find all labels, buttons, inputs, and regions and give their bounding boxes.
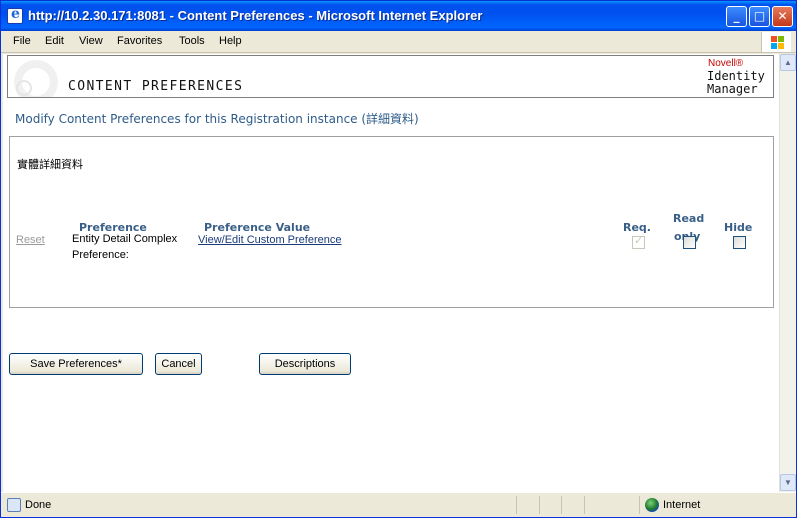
- identity-manager-logo: Identity Manager: [707, 70, 765, 96]
- browser-window: http://10.2.30.171:8081 - Content Prefer…: [0, 0, 797, 518]
- menu-bar: File Edit View Favorites Tools Help: [1, 31, 796, 53]
- vertical-scrollbar[interactable]: ▲ ▼: [779, 54, 796, 492]
- read-only-checkbox[interactable]: [683, 236, 696, 249]
- view-edit-custom-preference-link[interactable]: View/Edit Custom Preference: [198, 234, 341, 246]
- status-divider: [639, 496, 640, 514]
- novell-logo: Novell®: [708, 58, 744, 69]
- page-done-icon: [7, 498, 21, 512]
- status-divider: [584, 496, 585, 514]
- hide-checkbox[interactable]: [733, 236, 746, 249]
- status-bar: Done Internet: [1, 492, 796, 517]
- cancel-button[interactable]: Cancel: [155, 353, 202, 375]
- window-title: http://10.2.30.171:8081 - Content Prefer…: [28, 8, 483, 23]
- close-button[interactable]: ✕: [772, 6, 793, 27]
- header-read-only-line1: Read: [673, 212, 705, 225]
- maximize-button[interactable]: □: [749, 6, 770, 27]
- title-bar[interactable]: http://10.2.30.171:8081 - Content Prefer…: [1, 1, 796, 31]
- header-req: Req.: [623, 221, 651, 234]
- preference-name: Entity Detail Complex Preference:: [72, 233, 178, 261]
- page-banner: CONTENT PREFERENCES Novell® Identity Man…: [7, 55, 774, 98]
- req-checkbox[interactable]: [632, 234, 645, 249]
- minimize-button[interactable]: _: [726, 6, 747, 27]
- menu-favorites[interactable]: Favorites: [117, 35, 162, 47]
- header-preference-value: Preference Value: [204, 221, 311, 234]
- menu-help[interactable]: Help: [219, 35, 242, 47]
- status-divider: [561, 496, 562, 514]
- brand-line-2: Manager: [707, 82, 758, 96]
- gear-small-decoration-icon: [16, 80, 32, 96]
- header-hide: Hide: [724, 221, 753, 234]
- ie-icon: [7, 6, 23, 24]
- windows-logo-icon: [761, 32, 791, 52]
- status-divider: [516, 496, 517, 514]
- menu-file[interactable]: File: [13, 35, 31, 47]
- reset-link[interactable]: Reset: [16, 234, 45, 246]
- descriptions-button[interactable]: Descriptions: [259, 353, 351, 375]
- internet-globe-icon: [645, 498, 659, 512]
- section-title: 實體詳細資料: [17, 158, 83, 171]
- menu-view[interactable]: View: [79, 35, 103, 47]
- status-divider: [539, 496, 540, 514]
- status-text: Done: [25, 499, 52, 511]
- banner-title: CONTENT PREFERENCES: [68, 79, 244, 94]
- menu-tools[interactable]: Tools: [179, 35, 205, 47]
- page-content: CONTENT PREFERENCES Novell® Identity Man…: [3, 54, 779, 492]
- scroll-down-icon[interactable]: ▼: [780, 474, 796, 491]
- menu-edit[interactable]: Edit: [45, 35, 64, 47]
- save-preferences-button[interactable]: Save Preferences*: [9, 353, 143, 375]
- page-subtitle: Modify Content Preferences for this Regi…: [15, 112, 419, 126]
- security-zone-text: Internet: [663, 499, 701, 511]
- scroll-up-icon[interactable]: ▲: [780, 54, 796, 71]
